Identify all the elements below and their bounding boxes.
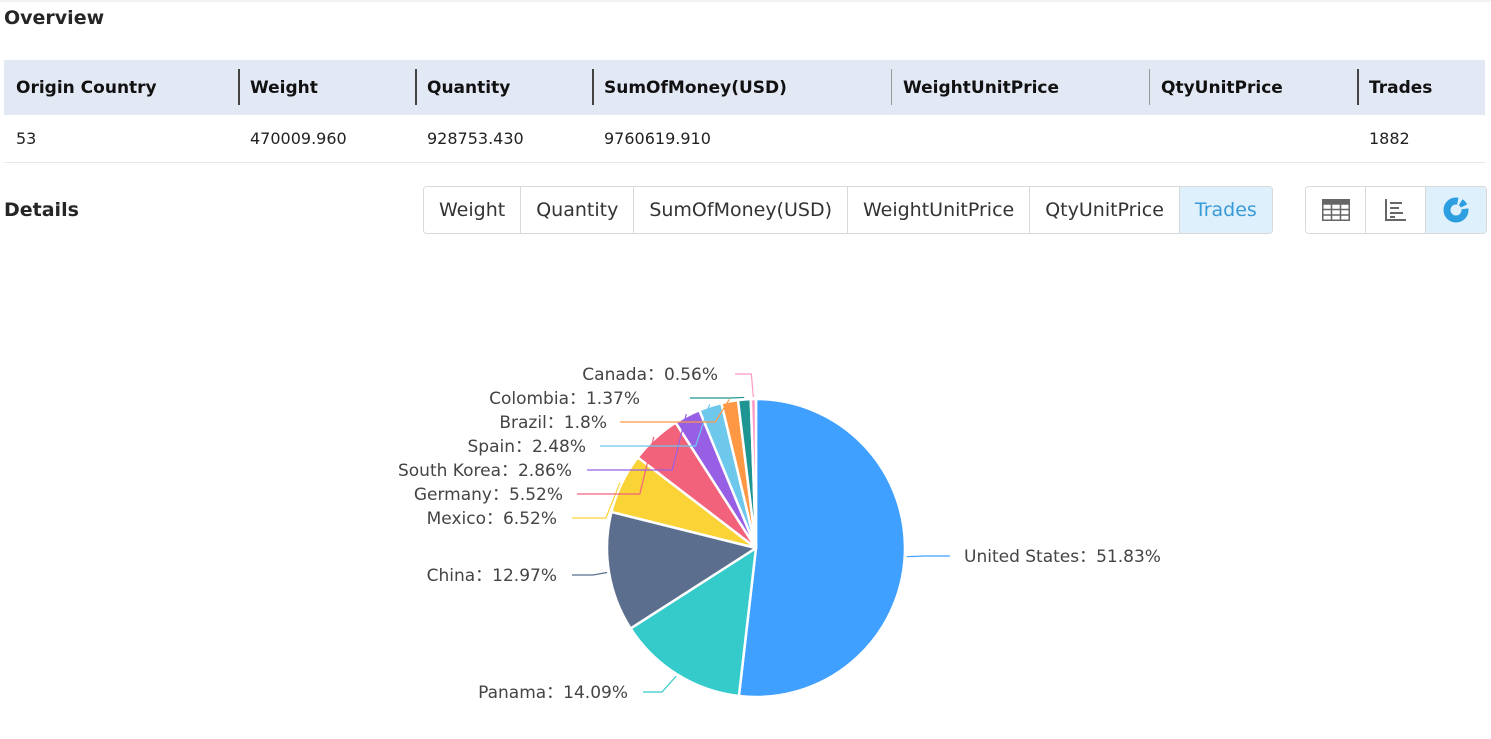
pie-label-united-states: United States：51.83% [964,547,1161,567]
overview-title: Overview [4,7,105,29]
bar-view-button[interactable] [1366,187,1426,233]
overview-header-row: Origin Country Weight Quantity SumOfMone… [4,60,1485,115]
cell-trades: 1882 [1357,115,1485,163]
col-weight[interactable]: Weight [238,60,415,115]
pie-slice-united-states[interactable] [737,397,907,699]
table-view-button[interactable] [1306,187,1366,233]
leader-line [735,373,754,398]
cell-weight: 470009.960 [238,115,415,163]
tab-quantity[interactable]: Quantity [521,187,635,233]
pie-label-spain: Spain：2.48% [467,437,586,457]
table-row: 53 470009.960 928753.430 9760619.910 188… [4,115,1485,163]
pie-chart-icon [1443,197,1469,223]
tab-weight[interactable]: Weight [424,187,522,233]
metric-tabs: Weight Quantity SumOfMoney(USD) WeightUn… [423,186,1273,234]
pie-label-china: China：12.97% [427,566,557,586]
leader-line [906,555,950,558]
col-origin-country[interactable]: Origin Country [4,60,238,115]
details-title: Details [4,199,79,221]
cell-quantity: 928753.430 [415,115,592,163]
col-trades[interactable]: Trades [1357,60,1485,115]
tab-weight-unit-price[interactable]: WeightUnitPrice [847,187,1031,233]
leader-line [572,571,608,576]
pie-label-canada: Canada：0.56% [582,365,718,385]
pie-label-germany: Germany：5.52% [414,485,563,505]
pie-label-colombia: Colombia：1.37% [489,389,640,409]
cell-qty-unit-price [1149,115,1357,163]
pie-view-button[interactable] [1426,187,1486,233]
leader-line [643,675,677,693]
pie-label-panama: Panama：14.09% [478,683,628,703]
bar-chart-icon [1384,199,1406,221]
top-divider [0,0,1491,2]
pie-chart: United States：51.83% Panama：14.09% China：1… [398,365,1161,703]
cell-origin-country: 53 [4,115,238,163]
pie-label-mexico: Mexico：6.52% [427,509,557,529]
pie-label-south-korea: South Korea：2.86% [398,461,572,481]
col-sum-of-money[interactable]: SumOfMoney(USD) [592,60,891,115]
tab-sum-of-money[interactable]: SumOfMoney(USD) [634,187,848,233]
col-qty-unit-price[interactable]: QtyUnitPrice [1149,60,1357,115]
overview-table: Origin Country Weight Quantity SumOfMone… [4,60,1485,163]
tab-trades[interactable]: Trades [1179,187,1272,233]
cell-sum-of-money: 9760619.910 [592,115,891,163]
pie-label-brazil: Brazil：1.8% [499,413,607,433]
col-quantity[interactable]: Quantity [415,60,592,115]
col-weight-unit-price[interactable]: WeightUnitPrice [891,60,1149,115]
leader-line [690,396,745,399]
view-switcher [1305,186,1487,234]
cell-weight-unit-price [891,115,1149,163]
table-icon [1321,199,1350,221]
tab-qty-unit-price[interactable]: QtyUnitPrice [1030,187,1180,233]
